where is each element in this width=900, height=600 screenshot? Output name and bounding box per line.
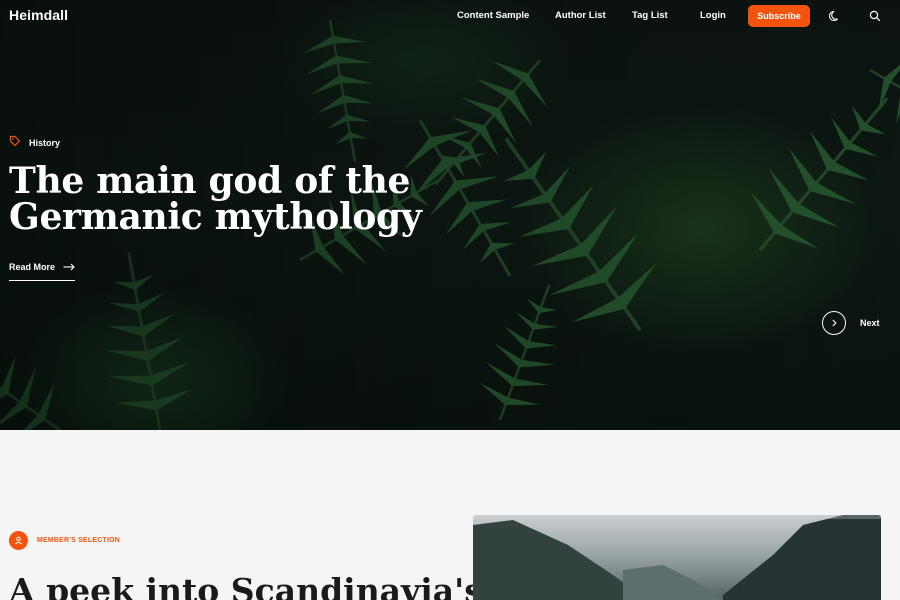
hero-section: Heimdall Content Sample Author List Tag …	[0, 0, 900, 430]
read-more-link[interactable]: Read More	[9, 258, 76, 281]
arrow-right-icon	[63, 258, 75, 276]
fjord-landscape-image	[473, 515, 881, 600]
member-selection-label: MEMBER'S SELECTION	[37, 537, 121, 544]
chevron-right-icon[interactable]	[822, 311, 846, 335]
hero-tag[interactable]: History	[9, 134, 60, 152]
featured-section: MEMBER'S SELECTION A peek into Scandinav…	[0, 430, 900, 600]
hero-title[interactable]: The main god of the Germanic mythology	[9, 163, 469, 235]
tag-icon	[9, 134, 21, 152]
featured-post-title[interactable]: A peek into Scandinavia's	[9, 572, 483, 600]
user-icon	[9, 531, 28, 550]
site-logo[interactable]: Heimdall	[9, 7, 68, 23]
member-selection-badge: MEMBER'S SELECTION	[9, 531, 120, 550]
hero-tag-label: History	[29, 138, 61, 148]
moon-icon[interactable]	[828, 9, 842, 23]
nav-link-login[interactable]: Login	[700, 10, 726, 21]
nav-link-tag-list[interactable]: Tag List	[632, 10, 668, 21]
subscribe-button[interactable]: Subscribe	[748, 5, 810, 27]
next-label[interactable]: Next	[860, 318, 880, 328]
top-navigation: Heimdall Content Sample Author List Tag …	[0, 0, 900, 34]
nav-link-author-list[interactable]: Author List	[555, 10, 606, 21]
hero-next-control[interactable]: Next	[822, 311, 880, 335]
nav-link-content-sample[interactable]: Content Sample	[457, 10, 529, 21]
featured-post-image[interactable]	[473, 515, 881, 600]
search-icon[interactable]	[868, 9, 882, 23]
read-more-label: Read More	[9, 262, 56, 272]
